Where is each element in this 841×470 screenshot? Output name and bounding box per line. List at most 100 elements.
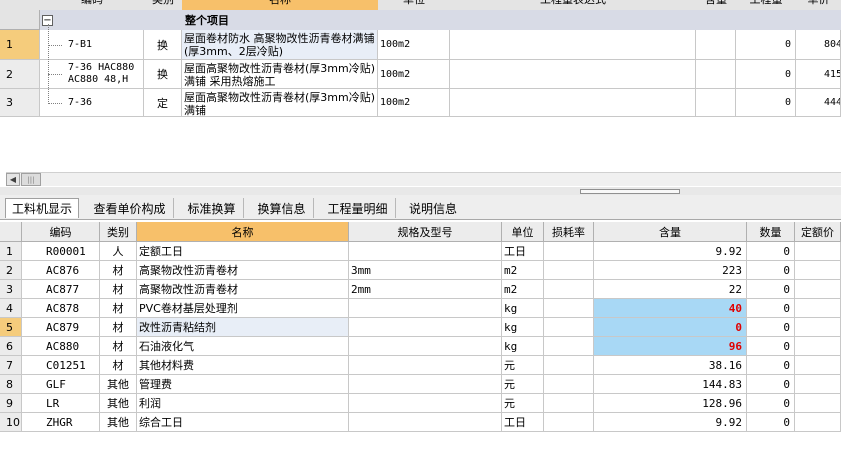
row-number[interactable]: 2 [0, 261, 22, 280]
row-unit[interactable]: kg [502, 299, 544, 318]
row-type[interactable]: 人 [100, 242, 137, 261]
row-number[interactable]: 5 [0, 318, 22, 337]
row-spec[interactable] [349, 375, 502, 394]
bottom-header-name[interactable]: 名称 [137, 222, 349, 242]
row-qty[interactable]: 0 [747, 280, 795, 299]
row-content[interactable]: 223 [594, 261, 747, 280]
row-loss[interactable] [544, 375, 594, 394]
row-code[interactable]: AC880 [22, 337, 100, 356]
horizontal-scrollbar[interactable]: ◀ ||| [6, 172, 841, 186]
row-expr[interactable] [450, 60, 696, 89]
row-number[interactable]: 8 [0, 375, 22, 394]
resource-row[interactable]: 2 AC876 材 高聚物改性沥青卷材 3mm m2 223 0 [0, 261, 841, 280]
row-qty[interactable]: 0 [747, 337, 795, 356]
row-quota-price[interactable] [795, 280, 841, 299]
row-unit[interactable]: kg [502, 337, 544, 356]
row-code[interactable]: AC876 [22, 261, 100, 280]
splitter-grip[interactable] [580, 189, 680, 194]
resource-row[interactable]: 6 AC880 材 石油液化气 kg 96 0 [0, 337, 841, 356]
row-name[interactable]: 屋面高聚物改性沥青卷材(厚3mm冷贴)满铺 采用热熔施工 [182, 60, 378, 89]
row-number[interactable]: 10 [0, 413, 22, 432]
row-content[interactable] [696, 89, 736, 117]
row-loss[interactable] [544, 318, 594, 337]
row-name[interactable]: 高聚物改性沥青卷材 [137, 261, 349, 280]
row-name[interactable]: 综合工日 [137, 413, 349, 432]
row-spec[interactable] [349, 394, 502, 413]
bottom-header-loss[interactable]: 损耗率 [544, 222, 594, 242]
row-qty[interactable]: 0 [747, 242, 795, 261]
row-unit[interactable]: 元 [502, 394, 544, 413]
row-spec[interactable]: 3mm [349, 261, 502, 280]
tab-standard-conversion[interactable]: 标准换算 [180, 198, 244, 218]
row-qty[interactable]: 0 [747, 261, 795, 280]
row-code[interactable]: ZHGR [22, 413, 100, 432]
row-number[interactable]: 1 [0, 242, 22, 261]
bottom-header-spec[interactable]: 规格及型号 [349, 222, 502, 242]
row-code[interactable]: LR [22, 394, 100, 413]
row-number[interactable]: 7 [0, 356, 22, 375]
row-name[interactable]: 管理费 [137, 375, 349, 394]
bottom-header-code[interactable]: 编码 [22, 222, 100, 242]
row-unit[interactable]: 100m2 [378, 30, 450, 60]
row-type[interactable]: 材 [100, 280, 137, 299]
row-content[interactable]: 9.92 [594, 413, 747, 432]
row-qty[interactable]: 0 [736, 30, 796, 60]
row-unit[interactable]: m2 [502, 280, 544, 299]
row-code[interactable]: AC878 [22, 299, 100, 318]
row-code[interactable]: AC879 [22, 318, 100, 337]
row-number[interactable]: 2 [0, 60, 40, 89]
row-loss[interactable] [544, 261, 594, 280]
row-qty[interactable]: 0 [736, 89, 796, 117]
row-loss[interactable] [544, 242, 594, 261]
row-price[interactable]: 804 [796, 30, 841, 60]
row-type[interactable]: 换 [144, 30, 182, 60]
row-spec[interactable]: 2mm [349, 280, 502, 299]
row-number[interactable]: 3 [0, 280, 22, 299]
row-content[interactable]: 0 [594, 318, 747, 337]
resource-row[interactable]: 1 R00001 人 定额工日 工日 9.92 0 [0, 242, 841, 261]
row-content[interactable]: 96 [594, 337, 747, 356]
row-unit[interactable]: kg [502, 318, 544, 337]
row-content[interactable] [696, 30, 736, 60]
resource-row[interactable]: 9 LR 其他 利润 元 128.96 0 [0, 394, 841, 413]
row-quota-price[interactable] [795, 299, 841, 318]
row-loss[interactable] [544, 394, 594, 413]
tab-unit-price[interactable]: 查看单价构成 [86, 198, 174, 218]
row-quota-price[interactable] [795, 413, 841, 432]
row-content[interactable] [696, 60, 736, 89]
row-number[interactable]: 3 [0, 89, 40, 117]
group-row[interactable]: − 整个项目 [0, 10, 841, 30]
bottom-header-unit[interactable]: 单位 [502, 222, 544, 242]
row-type[interactable]: 其他 [100, 394, 137, 413]
row-type[interactable]: 材 [100, 261, 137, 280]
row-name[interactable]: PVC卷材基层处理剂 [137, 299, 349, 318]
row-spec[interactable] [349, 318, 502, 337]
resource-row[interactable]: 8 GLF 其他 管理费 元 144.83 0 [0, 375, 841, 394]
scroll-left-arrow-icon[interactable]: ◀ [6, 173, 20, 186]
row-price[interactable]: 444 [796, 89, 841, 117]
row-unit[interactable]: 100m2 [378, 89, 450, 117]
row-unit[interactable]: 工日 [502, 413, 544, 432]
row-content[interactable]: 128.96 [594, 394, 747, 413]
row-name[interactable]: 定额工日 [137, 242, 349, 261]
row-quota-price[interactable] [795, 394, 841, 413]
row-price[interactable]: 415 [796, 60, 841, 89]
row-type[interactable]: 其他 [100, 375, 137, 394]
row-loss[interactable] [544, 337, 594, 356]
row-type[interactable]: 换 [144, 60, 182, 89]
row-type[interactable]: 材 [100, 356, 137, 375]
row-spec[interactable] [349, 413, 502, 432]
row-number[interactable]: 4 [0, 299, 22, 318]
row-code[interactable]: GLF [22, 375, 100, 394]
row-qty[interactable]: 0 [747, 413, 795, 432]
row-unit[interactable]: 工日 [502, 242, 544, 261]
row-content[interactable]: 22 [594, 280, 747, 299]
row-qty[interactable]: 0 [736, 60, 796, 89]
row-type[interactable]: 定 [144, 89, 182, 117]
row-number[interactable]: 6 [0, 337, 22, 356]
bottom-header-content[interactable]: 含量 [594, 222, 747, 242]
resource-row[interactable]: 5 AC879 材 改性沥青粘结剂 kg 0 0 [0, 318, 841, 337]
row-spec[interactable] [349, 242, 502, 261]
row-number[interactable]: 9 [0, 394, 22, 413]
row-qty[interactable]: 0 [747, 394, 795, 413]
